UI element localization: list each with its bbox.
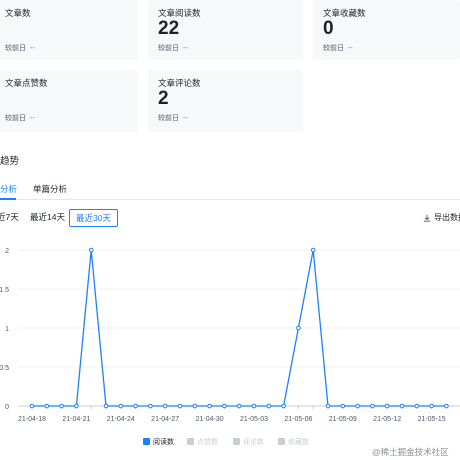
data-point xyxy=(414,403,420,409)
data-point xyxy=(340,403,346,409)
y-tick-label: 0 xyxy=(5,404,9,411)
x-tick-label: 21-05-03 xyxy=(240,416,268,423)
data-point xyxy=(74,403,79,409)
x-tick-label: 21-04-30 xyxy=(196,416,224,423)
data-point xyxy=(207,403,212,409)
legend-item-likes[interactable]: 点赞数 xyxy=(187,437,218,447)
data-point xyxy=(29,403,35,409)
data-point xyxy=(162,403,168,409)
data-point xyxy=(296,325,301,331)
data-point xyxy=(251,403,257,409)
data-point xyxy=(444,403,449,409)
data-point xyxy=(177,403,183,409)
data-point xyxy=(133,403,138,409)
checkbox-checked-icon xyxy=(143,438,150,445)
checkbox-checked-icon xyxy=(187,438,194,445)
x-tick-label: 21-05-09 xyxy=(329,416,357,423)
legend-item-comments[interactable]: 评论数 xyxy=(233,437,264,447)
x-tick-label: 21-04-21 xyxy=(62,416,90,423)
y-tick-label: 2 xyxy=(5,248,9,255)
data-point xyxy=(44,403,50,409)
x-tick-label: 21-05-06 xyxy=(284,416,312,423)
x-tick-label: 21-04-27 xyxy=(151,416,179,423)
x-tick-label: 21-04-18 xyxy=(18,416,46,423)
legend-item-reads[interactable]: 阅读数 xyxy=(143,437,174,447)
checkbox-checked-icon xyxy=(278,438,285,445)
checkbox-checked-icon xyxy=(233,438,240,445)
data-point xyxy=(429,403,434,409)
data-point xyxy=(325,403,331,409)
data-point xyxy=(384,403,390,409)
x-tick-label: 21-04-24 xyxy=(107,416,135,423)
y-tick-label: 1 xyxy=(5,326,9,333)
data-point xyxy=(281,403,286,409)
data-point xyxy=(310,247,316,253)
data-point xyxy=(59,403,64,409)
data-point xyxy=(399,403,405,409)
data-point xyxy=(88,247,94,253)
x-tick-label: 21-05-12 xyxy=(373,416,401,423)
data-point xyxy=(355,403,360,409)
data-point xyxy=(192,403,198,409)
y-tick-label: 1.5 xyxy=(0,287,9,294)
data-point xyxy=(148,403,153,409)
x-tick-label: 21-05-15 xyxy=(418,416,446,423)
data-point xyxy=(103,403,109,409)
watermark: @稀土掘金技术社区 xyxy=(372,447,449,457)
trend-chart: 0 0.5 1 1.5 2 21-04-18 21-04-21 21-04-24 21-04-2… xyxy=(0,247,460,423)
data-point xyxy=(118,403,124,409)
data-point xyxy=(370,403,375,409)
data-point xyxy=(222,403,227,409)
data-point xyxy=(236,403,242,409)
data-point xyxy=(266,403,272,409)
legend-item-favorites[interactable]: 收藏数 xyxy=(278,437,309,447)
y-tick-label: 0.5 xyxy=(0,365,9,372)
